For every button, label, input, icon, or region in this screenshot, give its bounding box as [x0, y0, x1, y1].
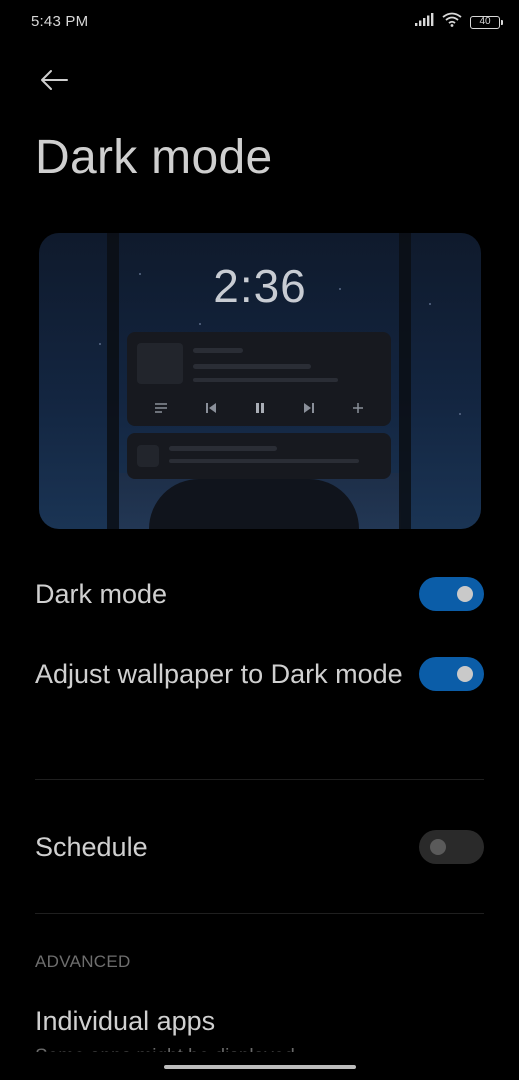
- status-icons: 40: [414, 12, 503, 32]
- skip-previous-icon: [205, 401, 217, 419]
- plus-icon: [352, 401, 364, 419]
- setting-label-dark-mode: Dark mode: [35, 579, 168, 609]
- skip-next-icon: [303, 401, 315, 419]
- dark-mode-preview: 2:36: [39, 233, 481, 529]
- toggle-knob: [457, 586, 473, 602]
- page-title: Dark mode: [35, 131, 273, 184]
- individual-apps-item[interactable]: Individual apps: [35, 1006, 215, 1037]
- arrow-left-icon: [39, 69, 69, 96]
- toggle-knob: [457, 666, 473, 682]
- battery-icon: 40: [470, 15, 503, 29]
- schedule-toggle[interactable]: [419, 830, 484, 864]
- pause-icon: [254, 401, 266, 419]
- status-time: 5:43 PM: [31, 13, 89, 30]
- preview-notification-card: [127, 433, 391, 479]
- preview-clock: 2:36: [213, 260, 307, 312]
- preview-album-art: [137, 343, 183, 384]
- signal-icon: [414, 12, 434, 32]
- setting-row-dark-mode[interactable]: Dark mode: [35, 574, 484, 614]
- preview-media-card: [127, 332, 391, 426]
- home-indicator[interactable]: [163, 1065, 356, 1069]
- preview-notification-icon: [137, 445, 159, 467]
- divider: [35, 913, 484, 914]
- setting-label-schedule: Schedule: [35, 832, 148, 862]
- section-header-advanced: ADVANCED: [35, 952, 131, 971]
- preview-media-controls: [127, 394, 391, 426]
- setting-label-adjust-wallpaper: Adjust wallpaper to Dark mode: [35, 659, 403, 689]
- setting-row-adjust-wallpaper[interactable]: Adjust wallpaper to Dark mode: [35, 654, 484, 694]
- playlist-icon: [154, 401, 168, 419]
- toggle-knob: [430, 839, 446, 855]
- wifi-icon: [442, 12, 462, 32]
- divider: [35, 779, 484, 780]
- status-bar: 5:43 PM 40: [0, 0, 519, 44]
- preview-hill: [149, 479, 359, 529]
- battery-level: 40: [479, 16, 491, 27]
- setting-row-schedule[interactable]: Schedule: [35, 827, 484, 867]
- adjust-wallpaper-toggle[interactable]: [419, 657, 484, 691]
- dark-mode-toggle[interactable]: [419, 577, 484, 611]
- back-button[interactable]: [34, 62, 74, 102]
